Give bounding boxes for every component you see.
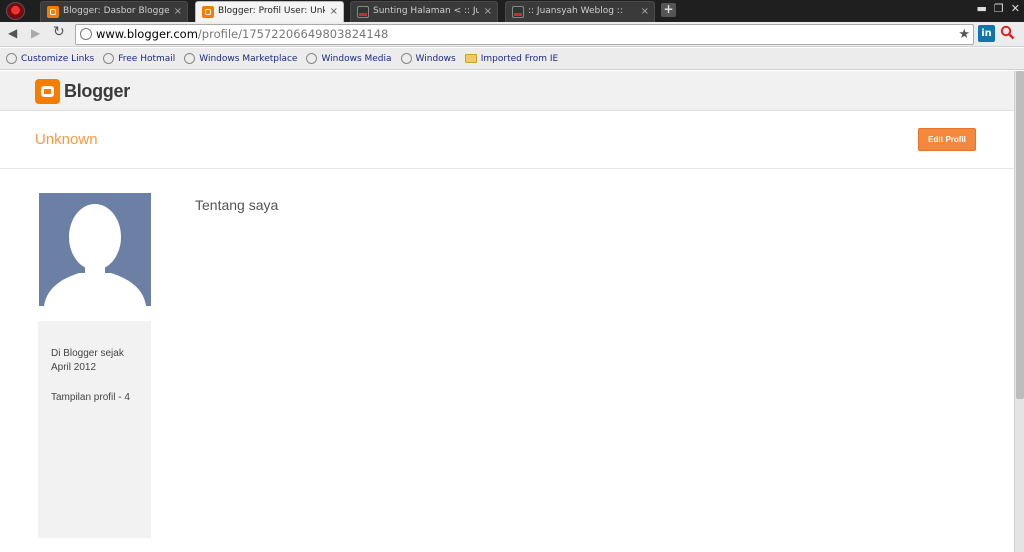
profile-name: Unknown xyxy=(35,131,98,148)
bookmark-windows[interactable]: Windows xyxy=(400,53,456,64)
bookmarks-bar: Customize Links Free Hotmail Windows Mar… xyxy=(0,48,1024,70)
edit-profile-button[interactable]: Edit Profil xyxy=(918,128,976,151)
profile-info-card: Di Blogger sejak April 2012 Tampilan pro… xyxy=(38,321,151,538)
address-bar[interactable]: www.blogger.com/profile/1757220664980382… xyxy=(75,24,974,45)
page-scrollbar[interactable] xyxy=(1014,71,1024,552)
globe-icon xyxy=(103,53,115,64)
globe-icon xyxy=(306,53,318,64)
tab-title: :: Juansyah Weblog :: xyxy=(528,6,623,16)
tab-close-icon[interactable]: × xyxy=(641,2,649,21)
site-header: Blogger xyxy=(0,71,1014,111)
window-controls: ▬ ❐ ✕ xyxy=(977,2,1021,15)
page-content: Blogger Unknown Edit Profil Di Blogger s… xyxy=(0,71,1014,552)
globe-icon xyxy=(6,53,17,64)
tab-weblog[interactable]: :: Juansyah Weblog :: × xyxy=(505,1,655,22)
member-since-label: Di Blogger sejak xyxy=(51,348,124,359)
bookmark-star-icon[interactable]: ★ xyxy=(958,25,970,44)
blogger-wordmark[interactable]: Blogger xyxy=(64,81,130,102)
tab-sunting[interactable]: Sunting Halaman < :: Juansy × xyxy=(350,1,498,22)
bookmark-free-hotmail[interactable]: Free Hotmail xyxy=(103,53,175,64)
avatar xyxy=(39,193,151,306)
tab-dasbor[interactable]: Blogger: Dasbor Blogger × xyxy=(40,1,188,22)
profile-views: Tampilan profil - 4 xyxy=(51,392,130,403)
tab-title: Sunting Halaman < :: Juansy xyxy=(373,6,479,16)
tab-close-icon[interactable]: × xyxy=(174,2,182,21)
bookmark-windows-media[interactable]: Windows Media xyxy=(306,53,392,64)
globe-icon xyxy=(80,28,92,40)
default-user-silhouette-icon xyxy=(44,204,146,306)
browser-menu-icon[interactable] xyxy=(6,2,25,20)
search-extension-icon[interactable] xyxy=(999,25,1016,42)
url-path: /profile/17572206649803824148 xyxy=(197,27,389,41)
blogger-icon xyxy=(202,6,214,18)
blogger-logo-icon[interactable] xyxy=(35,79,60,104)
page-icon xyxy=(357,6,369,18)
scrollbar-thumb[interactable] xyxy=(1016,71,1024,399)
restore-icon[interactable]: ❐ xyxy=(994,2,1004,15)
blogger-icon xyxy=(47,6,59,18)
globe-icon xyxy=(184,53,196,64)
bookmark-windows-marketplace[interactable]: Windows Marketplace xyxy=(184,53,297,64)
member-since-date: April 2012 xyxy=(51,362,97,373)
tab-strip: Blogger: Dasbor Blogger × Blogger: Profi… xyxy=(0,0,1024,22)
profile-header: Unknown Edit Profil xyxy=(0,111,1014,169)
back-icon[interactable]: ◀ xyxy=(8,26,17,40)
url-host: www.blogger.com xyxy=(96,27,198,41)
minimize-icon[interactable]: ▬ xyxy=(977,2,987,15)
bookmark-imported-from-ie[interactable]: Imported From IE xyxy=(464,54,558,64)
page-icon xyxy=(512,6,524,18)
about-heading: Tentang saya xyxy=(195,197,279,213)
tab-profil[interactable]: Blogger: Profil User: Unknow × xyxy=(195,1,344,22)
tab-title: Blogger: Dasbor Blogger xyxy=(63,6,169,16)
new-tab-button[interactable]: + xyxy=(661,3,676,17)
reload-icon[interactable]: ↻ xyxy=(53,24,65,40)
tab-close-icon[interactable]: × xyxy=(330,2,338,21)
tab-close-icon[interactable]: × xyxy=(484,2,492,21)
tab-title: Blogger: Profil User: Unknow xyxy=(218,6,325,16)
browser-toolbar: ◀ ▶ ↻ www.blogger.com/profile/1757220664… xyxy=(0,22,1024,47)
close-window-icon[interactable]: ✕ xyxy=(1011,2,1020,15)
linkedin-extension-icon[interactable]: in xyxy=(978,25,995,42)
folder-icon xyxy=(464,54,477,63)
globe-icon xyxy=(400,53,412,64)
forward-icon[interactable]: ▶ xyxy=(31,26,40,40)
bookmark-customize-links[interactable]: Customize Links xyxy=(6,53,94,64)
